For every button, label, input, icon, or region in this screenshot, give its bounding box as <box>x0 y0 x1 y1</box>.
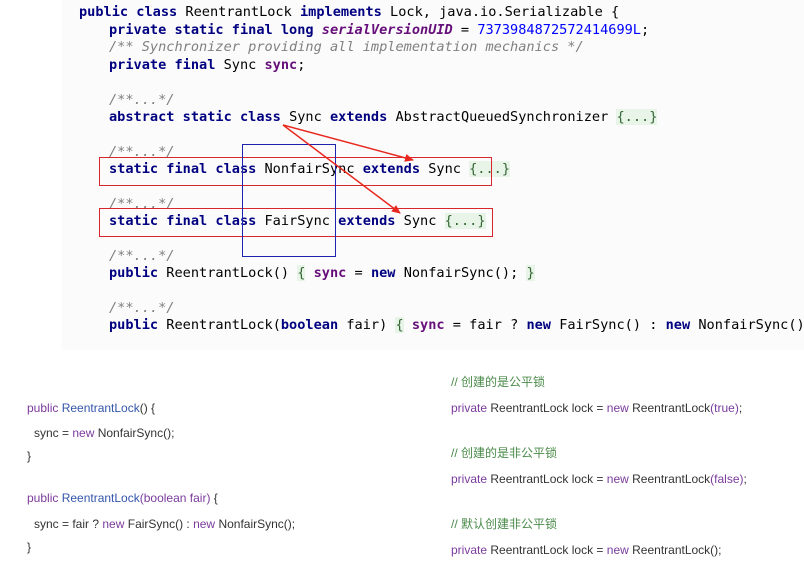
code-token: private <box>451 401 491 415</box>
code-token: private <box>451 472 491 486</box>
code-token: new <box>606 472 633 486</box>
code-token: } <box>27 449 32 463</box>
code-token: { <box>210 491 218 505</box>
code-token: new <box>102 517 128 531</box>
snippet-line: sync = fair ? new FairSync() : new Nonfa… <box>34 516 295 532</box>
snippet-line: public ReentrantLock(boolean fair) { <box>27 490 218 506</box>
code-token: ; <box>738 401 743 415</box>
snippet-line: private ReentrantLock lock = new Reentra… <box>451 471 747 487</box>
code-token: public <box>27 401 62 415</box>
code-token: ReentrantLock lock = <box>490 543 607 557</box>
code-token: sync = <box>34 426 73 440</box>
code-token: NonfairSync(); <box>218 517 296 531</box>
snippet-line: // 默认创建非公平锁 <box>451 516 557 532</box>
code-token: } <box>27 540 32 554</box>
code-token: () { <box>139 401 156 415</box>
code-token: ; <box>743 472 747 486</box>
code-token: NonfairSync(); <box>97 426 175 440</box>
code-token: ReentrantLock lock = <box>490 401 607 415</box>
code-token: ReentrantLock <box>61 401 140 415</box>
code-token: FairSync() : <box>127 517 194 531</box>
snippet-line: sync = new NonfairSync(); <box>34 425 174 441</box>
snippet-line: private ReentrantLock lock = new Reentra… <box>451 542 722 558</box>
snippet-line: // 创建的是非公平锁 <box>451 445 557 461</box>
reentrantlock-source: public class ReentrantLock implements Lo… <box>0 0 804 350</box>
code-token: sync = fair ? <box>34 517 103 531</box>
inheritance-arrows <box>282 124 414 214</box>
snippet-line: private ReentrantLock lock = new Reentra… <box>451 400 742 416</box>
code-token: ReentrantLock <box>632 472 711 486</box>
code-token: private <box>451 543 491 557</box>
code-token: ReentrantLock <box>632 401 711 415</box>
code-token: new <box>193 517 219 531</box>
code-token: (boolean fair) <box>139 491 211 505</box>
code-token: ReentrantLock <box>61 491 140 505</box>
code-token: (false) <box>710 472 744 486</box>
code-token: new <box>606 401 633 415</box>
code-token: // 创建的是非公平锁 <box>451 446 558 460</box>
arrow-to-nonfairsync <box>282 124 414 162</box>
code-token: ReentrantLock(); <box>632 543 722 557</box>
snippet-line: } <box>27 539 31 555</box>
arrow-to-fairsync <box>282 124 401 214</box>
snippet-line: public ReentrantLock() { <box>27 400 155 416</box>
code-token: new <box>606 543 633 557</box>
code-token: (true) <box>710 401 739 415</box>
code-token: // 默认创建非公平锁 <box>451 517 558 531</box>
code-token: ReentrantLock lock = <box>490 472 607 486</box>
snippet-line: } <box>27 448 31 464</box>
code-token: // 创建的是公平锁 <box>451 375 546 389</box>
code-token: new <box>72 426 98 440</box>
snippet-line: // 创建的是公平锁 <box>451 374 545 390</box>
code-token: public <box>27 491 62 505</box>
